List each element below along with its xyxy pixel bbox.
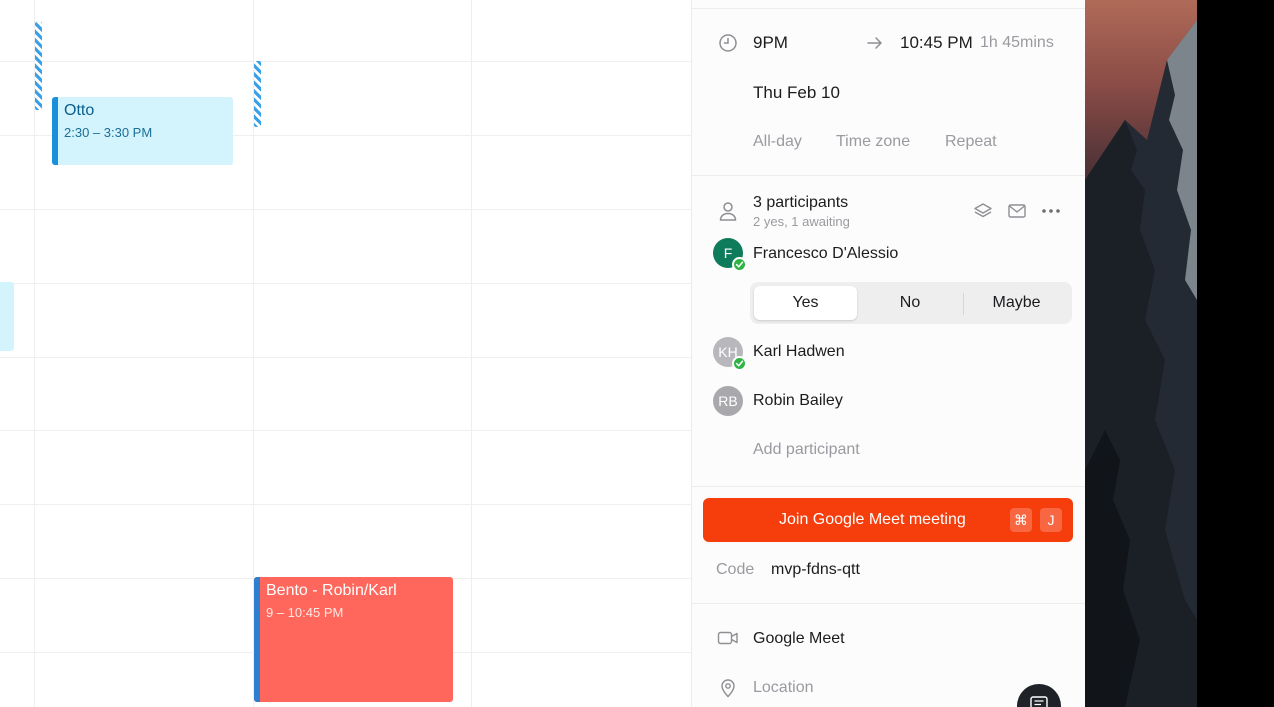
participant-name[interactable]: Robin Bailey [753,392,843,410]
allday-toggle[interactable]: All-day [753,133,802,151]
avatar: F [713,238,747,272]
divider [692,603,1085,604]
calendar-grid[interactable]: Otto 2:30 – 3:30 PM Bento - Robin/Karl 9… [0,0,691,707]
divider [692,486,1085,487]
participants-summary: 2 yes, 1 awaiting [753,214,850,229]
code-label: Code [716,561,755,578]
join-meeting-button[interactable]: Join Google Meet meeting ⌘ J [703,498,1073,542]
hour-line [0,430,691,431]
repeat-button[interactable]: Repeat [945,133,997,151]
hour-line [0,357,691,358]
timezone-button[interactable]: Time zone [836,133,910,151]
shortcut-key-j: J [1040,508,1062,532]
participant-name[interactable]: Karl Hadwen [753,343,845,361]
rsvp-maybe-button[interactable]: Maybe [965,286,1068,320]
accepted-check-icon [732,257,747,272]
conferencing-provider[interactable]: Google Meet [753,630,845,648]
event-title: Bento - Robin/Karl [266,582,397,599]
desktop-wallpaper [1085,0,1197,707]
avatar: RB [713,386,743,416]
join-meeting-label: Join Google Meet meeting [779,511,966,528]
add-participant-input[interactable]: Add participant [753,441,860,459]
video-camera-icon [717,628,739,648]
event-color-bar [254,577,260,702]
duration: 1h 45mins [980,34,1054,51]
chat-fab-button[interactable] [1017,684,1061,707]
location-pin-icon [717,677,739,699]
busy-block-hatched[interactable] [35,22,42,110]
rsvp-no-button[interactable]: No [859,286,961,320]
event-otto[interactable]: Otto 2:30 – 3:30 PM [52,97,233,165]
participant-name[interactable]: Francesco D'Alessio [753,245,898,263]
shortcut-key-cmd: ⌘ [1010,508,1032,532]
clock-icon [717,32,739,54]
day-divider [471,0,472,707]
layers-icon[interactable] [972,200,994,222]
mountain-image [1085,20,1197,707]
chat-icon [1030,696,1048,707]
event-time: 2:30 – 3:30 PM [64,125,153,140]
event-title: Otto [64,102,95,119]
divider [692,8,1085,9]
rsvp-yes-button[interactable]: Yes [754,286,857,320]
busy-block-hatched[interactable] [254,61,261,127]
participants-title: 3 participants [753,194,849,211]
avatar-initials: RB [718,393,738,409]
hour-line [0,61,691,62]
hour-line [0,209,691,210]
more-icon[interactable] [1040,200,1062,222]
event-partial[interactable] [0,282,14,351]
rsvp-segmented-control[interactable]: Yes No Maybe [750,282,1072,324]
event-bento[interactable]: Bento - Robin/Karl 9 – 10:45 PM [254,577,453,702]
segment-divider [963,293,964,315]
event-time: 9 – 10:45 PM [266,605,344,620]
meeting-code[interactable]: mvp-fdns-qtt [771,561,860,579]
divider [692,175,1085,176]
location-input[interactable]: Location [753,679,814,697]
mail-icon[interactable] [1006,200,1028,222]
event-date[interactable]: Thu Feb 10 [753,83,840,103]
start-time[interactable]: 9PM [753,33,788,53]
avatar: KH [713,337,747,371]
person-icon [717,199,739,223]
screen-bezel [1197,0,1274,707]
hour-line [0,504,691,505]
accepted-check-icon [732,356,747,371]
end-time[interactable]: 10:45 PM [900,33,973,53]
hour-line [0,283,691,284]
event-detail-panel: 9PM 10:45 PM 1h 45mins Thu Feb 10 All-da… [691,0,1085,707]
event-color-bar [52,97,58,165]
arrow-right-icon [865,33,885,53]
avatar-initials: F [723,245,733,261]
